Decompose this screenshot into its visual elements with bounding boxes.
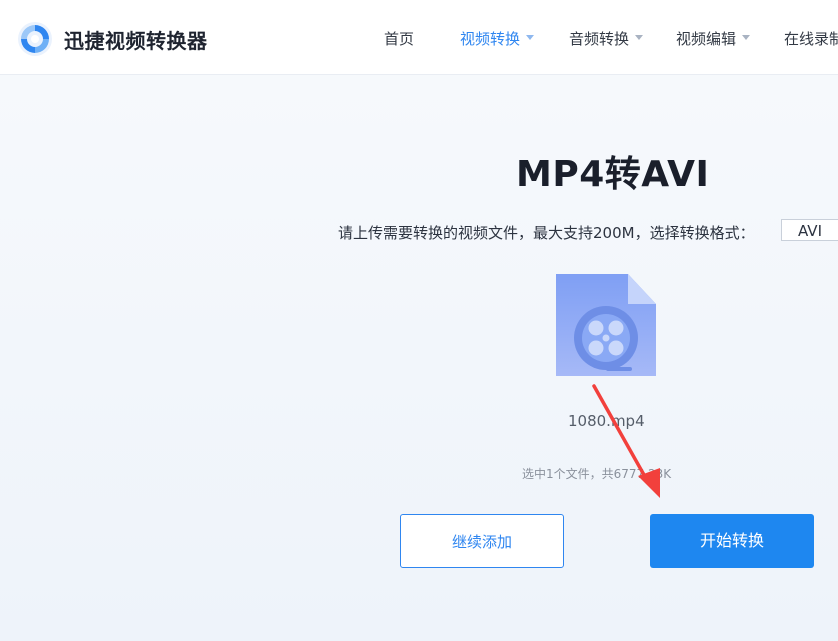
nav-audio-convert[interactable]: 音频转换 <box>569 28 644 49</box>
red-arrow-icon <box>592 384 660 498</box>
nav-video-convert-label: 视频转换 <box>460 30 521 48</box>
nav-video-edit[interactable]: 视频编辑 <box>676 28 751 49</box>
nav-online-record[interactable]: 在线录制 <box>784 28 838 49</box>
format-select[interactable]: AVI <box>781 219 838 241</box>
brand-name[interactable]: 迅捷视频转换器 <box>64 25 208 54</box>
nav-video-convert[interactable]: 视频转换 <box>460 28 535 49</box>
nav-online-record-label: 在线录制 <box>784 30 838 48</box>
nav-audio-convert-label: 音频转换 <box>569 30 630 48</box>
chevron-down-icon <box>635 35 644 40</box>
nav-home[interactable]: 首页 <box>384 28 414 49</box>
page-title: MP4转AVI <box>516 154 710 195</box>
app-logo-icon[interactable] <box>16 20 54 58</box>
upload-instruction: 请上传需要转换的视频文件，最大支持200M，选择转换格式： <box>338 224 755 242</box>
continue-add-button[interactable]: 继续添加 <box>400 514 564 568</box>
top-header: 迅捷视频转换器 首页 视频转换 音频转换 视频编辑 在线录制 <box>0 0 838 75</box>
start-convert-button[interactable]: 开始转换 <box>650 514 814 568</box>
nav-video-edit-label: 视频编辑 <box>676 30 737 48</box>
nav-home-label: 首页 <box>384 30 415 48</box>
chevron-down-icon <box>742 35 751 40</box>
format-select-value: AVI <box>798 222 822 240</box>
chevron-down-icon <box>526 35 535 40</box>
